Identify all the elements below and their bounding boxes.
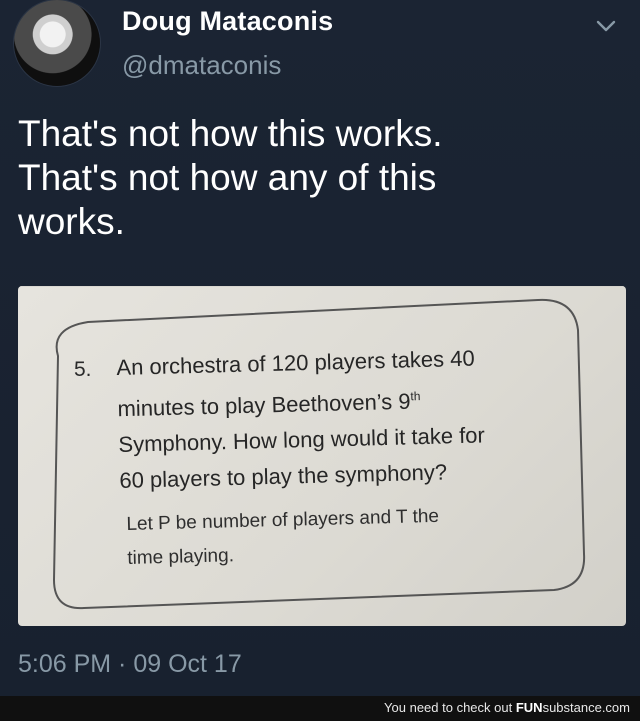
tweet-text-line: That's not how this works. [18,113,443,154]
attached-photo[interactable]: 5. An orchestra of 120 players takes 40 … [18,286,626,626]
tweet-text: That's not how this works. That's not ho… [18,112,618,244]
chevron-down-icon[interactable] [594,14,618,38]
watermark-footer: You need to check out FUNsubstance.com [0,696,640,721]
user-handle[interactable]: @dmataconis [122,50,281,81]
watermark-brand-rest: substance.com [542,700,630,715]
tweet-timestamp[interactable]: 5:06 PM · 09 Oct 17 [18,650,242,679]
watermark-brand-bold: FUN [515,700,543,715]
avatar[interactable] [14,0,100,86]
question-hint: Let P be number of players and T the tim… [126,497,548,576]
superscript-th: th [410,389,421,404]
question-number: 5. [74,358,92,381]
question-text: An orchestra of 120 players takes 40 min… [116,339,550,500]
watermark-prefix: You need to check out [384,700,516,715]
tweet-card: Doug Mataconis @dmataconis That's not ho… [0,0,640,696]
tweet-text-line: works. [18,201,125,242]
question-line-text: minutes to play Beethoven’s 9 [117,388,411,422]
watermark-text: You need to check out FUNsubstance.com [384,700,630,715]
display-name[interactable]: Doug Mataconis [122,6,333,37]
tweet-text-line: That's not how any of this [18,157,437,198]
